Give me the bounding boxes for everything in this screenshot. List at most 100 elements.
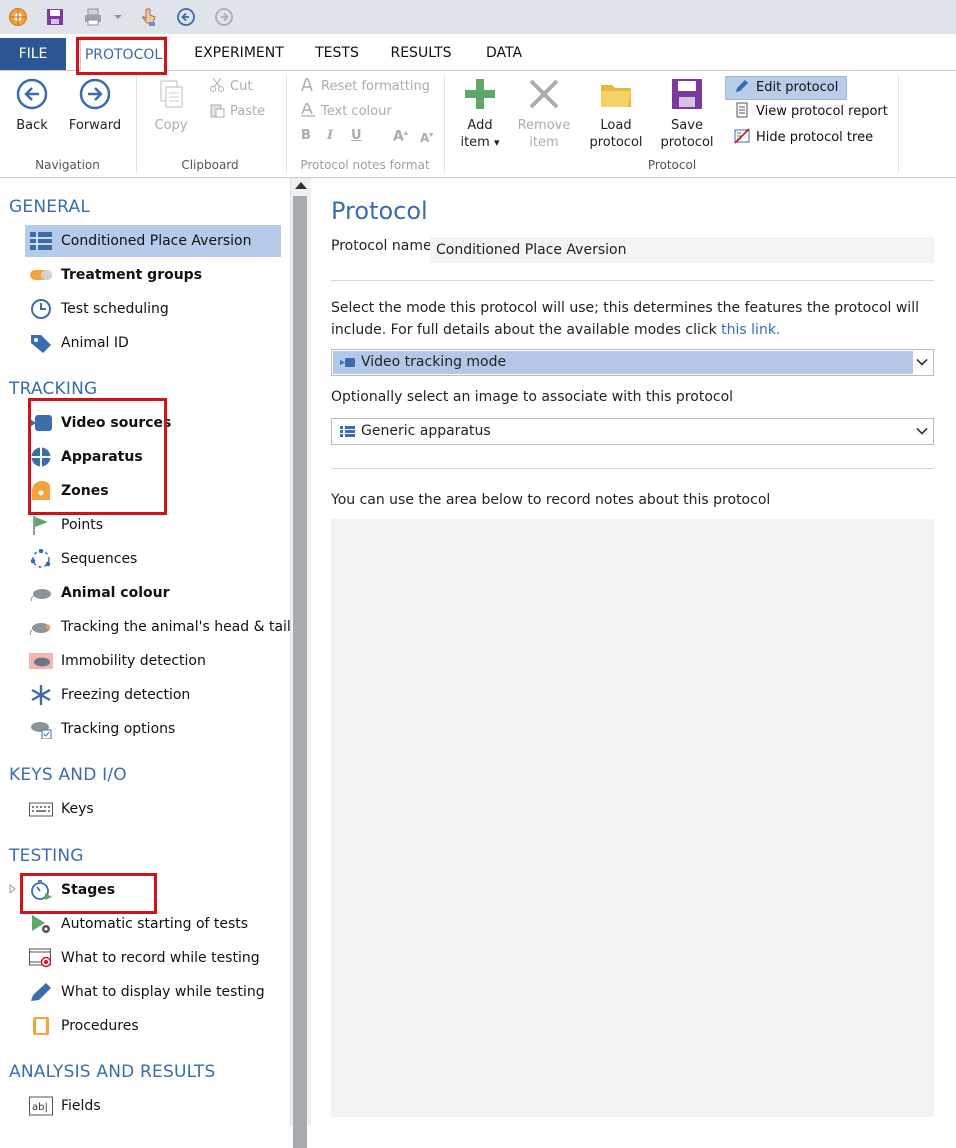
edit-protocol-button[interactable]: Edit protocol	[725, 76, 847, 100]
copy-label: Copy	[154, 118, 188, 133]
bold-button[interactable]: B	[301, 128, 311, 143]
tree-item-protocol[interactable]: Conditioned Place Aversion	[25, 225, 281, 257]
add-item-label-2: item	[460, 135, 490, 150]
paste-label: Paste	[230, 104, 266, 119]
text-colour-icon	[301, 103, 315, 117]
tab-file[interactable]: FILE	[0, 38, 66, 70]
tree-item-tracking-options[interactable]: Tracking options	[25, 713, 281, 745]
video-camera-icon	[340, 358, 355, 367]
tree-item-what-to-display[interactable]: What to display while testing	[25, 976, 281, 1008]
italic-button[interactable]: I	[327, 128, 333, 143]
load-protocol-button[interactable]: Load protocol	[586, 77, 646, 151]
back-button[interactable]: Back	[10, 77, 54, 134]
tree-item-fields[interactable]: ab| Fields	[25, 1090, 281, 1122]
forward-icon	[79, 78, 111, 110]
section-keys-io: KEYS AND I/O	[9, 765, 127, 785]
tracking-options-icon	[31, 722, 52, 739]
view-report-button[interactable]: View protocol report	[726, 101, 894, 123]
save-icon[interactable]	[45, 7, 65, 27]
tree-item-animal-id[interactable]: Animal ID	[25, 327, 281, 359]
cut-label: Cut	[230, 79, 253, 94]
tag-icon	[31, 335, 51, 353]
protocol-name-field[interactable]: Conditioned Place Aversion	[430, 237, 934, 263]
section-tracking: TRACKING	[9, 379, 98, 399]
add-item-button[interactable]: Add item ▾	[454, 77, 506, 151]
chevron-down-icon: ▾	[493, 136, 500, 149]
save-label-2: protocol	[660, 135, 714, 150]
text-colour-button[interactable]: Text colour	[300, 102, 392, 122]
record-icon	[29, 948, 52, 968]
table-icon	[30, 232, 52, 250]
tree-item-test-scheduling[interactable]: Test scheduling	[25, 293, 281, 325]
scroll-up-icon[interactable]	[295, 182, 307, 189]
reset-formatting-button[interactable]: Reset formatting	[300, 77, 430, 97]
shrink-font-label: A	[420, 131, 430, 145]
clipboard-group-label: Clipboard	[181, 158, 239, 172]
tree-item-keys[interactable]: Keys	[25, 793, 281, 825]
tab-experiment[interactable]: EXPERIMENT	[190, 34, 288, 70]
mode-description-line-2: include. For full details about the avai…	[331, 322, 722, 338]
chevron-down-icon[interactable]	[112, 7, 124, 27]
remove-item-button[interactable]: Remove item	[514, 77, 574, 151]
tree-item-label: Immobility detection	[61, 653, 206, 669]
sequence-icon	[30, 549, 51, 568]
auto-start-icon	[32, 915, 50, 933]
back-arrow-icon[interactable]	[176, 7, 196, 27]
keyboard-icon	[29, 802, 53, 817]
list-icon	[340, 426, 355, 437]
tree-item-label: What to record while testing	[61, 950, 260, 966]
snowflake-icon	[31, 685, 51, 705]
hide-tree-button[interactable]: Hide protocol tree	[726, 127, 879, 149]
save-protocol-button[interactable]: Save protocol	[657, 77, 717, 151]
load-label-2: protocol	[589, 135, 643, 150]
modes-link[interactable]: this link.	[721, 322, 780, 338]
forward-label: Forward	[68, 118, 122, 133]
underline-button[interactable]: U	[351, 128, 362, 143]
tree-item-what-to-record[interactable]: What to record while testing	[25, 942, 281, 974]
app-logo-icon	[9, 8, 27, 26]
tree-item-label: Keys	[61, 801, 94, 817]
print-icon[interactable]	[83, 7, 103, 27]
tree-item-label: Freezing detection	[61, 687, 191, 703]
highlight-tracking-items	[28, 398, 167, 515]
remove-item-label-2: item	[529, 135, 559, 150]
highlight-stages-item	[20, 873, 157, 914]
image-dropdown[interactable]: Generic apparatus	[331, 418, 934, 445]
expand-arrow-icon[interactable]	[9, 884, 17, 894]
remove-item-label-1: Remove	[517, 118, 571, 133]
paste-icon	[210, 104, 225, 118]
tree-item-label: Animal ID	[61, 335, 129, 351]
add-item-label-1: Add	[467, 118, 493, 133]
cut-button[interactable]: Cut	[209, 77, 252, 97]
sidebar-scrollbar[interactable]	[290, 178, 311, 1148]
scrollbar-thumb[interactable]	[293, 196, 307, 1148]
copy-icon	[160, 80, 183, 108]
divider	[331, 468, 934, 469]
tree-item-sequences[interactable]: Sequences	[25, 543, 281, 575]
tree-item-treatment-groups[interactable]: Treatment groups	[25, 259, 281, 291]
mode-description: Select the mode this protocol will use; …	[331, 297, 931, 341]
tree-item-animal-colour[interactable]: Animal colour	[25, 577, 281, 609]
tab-results[interactable]: RESULTS	[386, 34, 456, 70]
paste-button[interactable]: Paste	[209, 102, 265, 122]
forward-button[interactable]: Forward	[66, 77, 124, 134]
tree-item-label: Animal colour	[61, 585, 170, 601]
protocol-name-label: Protocol name	[331, 238, 432, 254]
touch-icon[interactable]	[138, 7, 158, 27]
tab-tests[interactable]: TESTS	[308, 34, 366, 70]
mode-dropdown[interactable]: Video tracking mode	[331, 349, 934, 376]
tree-item-procedures[interactable]: Procedures	[25, 1010, 281, 1042]
copy-button[interactable]: Copy	[148, 77, 194, 134]
tree-item-head-tail[interactable]: Tracking the animal's head & tail	[25, 611, 290, 643]
notes-area[interactable]	[331, 519, 934, 1117]
tree-item-label: Conditioned Place Aversion	[61, 233, 252, 249]
section-analysis: ANALYSIS AND RESULTS	[9, 1062, 216, 1082]
notes-prompt: You can use the area below to record not…	[331, 492, 771, 508]
forward-arrow-icon[interactable]	[214, 7, 234, 27]
tree-item-immobility[interactable]: Immobility detection	[25, 645, 281, 677]
tab-data[interactable]: DATA	[478, 34, 530, 70]
tree-item-freezing[interactable]: Freezing detection	[25, 679, 281, 711]
mode-description-line-1: Select the mode this protocol will use; …	[331, 300, 919, 316]
shrink-font-button[interactable]: A▾	[420, 130, 433, 145]
grow-font-button[interactable]: A▴	[393, 128, 408, 145]
